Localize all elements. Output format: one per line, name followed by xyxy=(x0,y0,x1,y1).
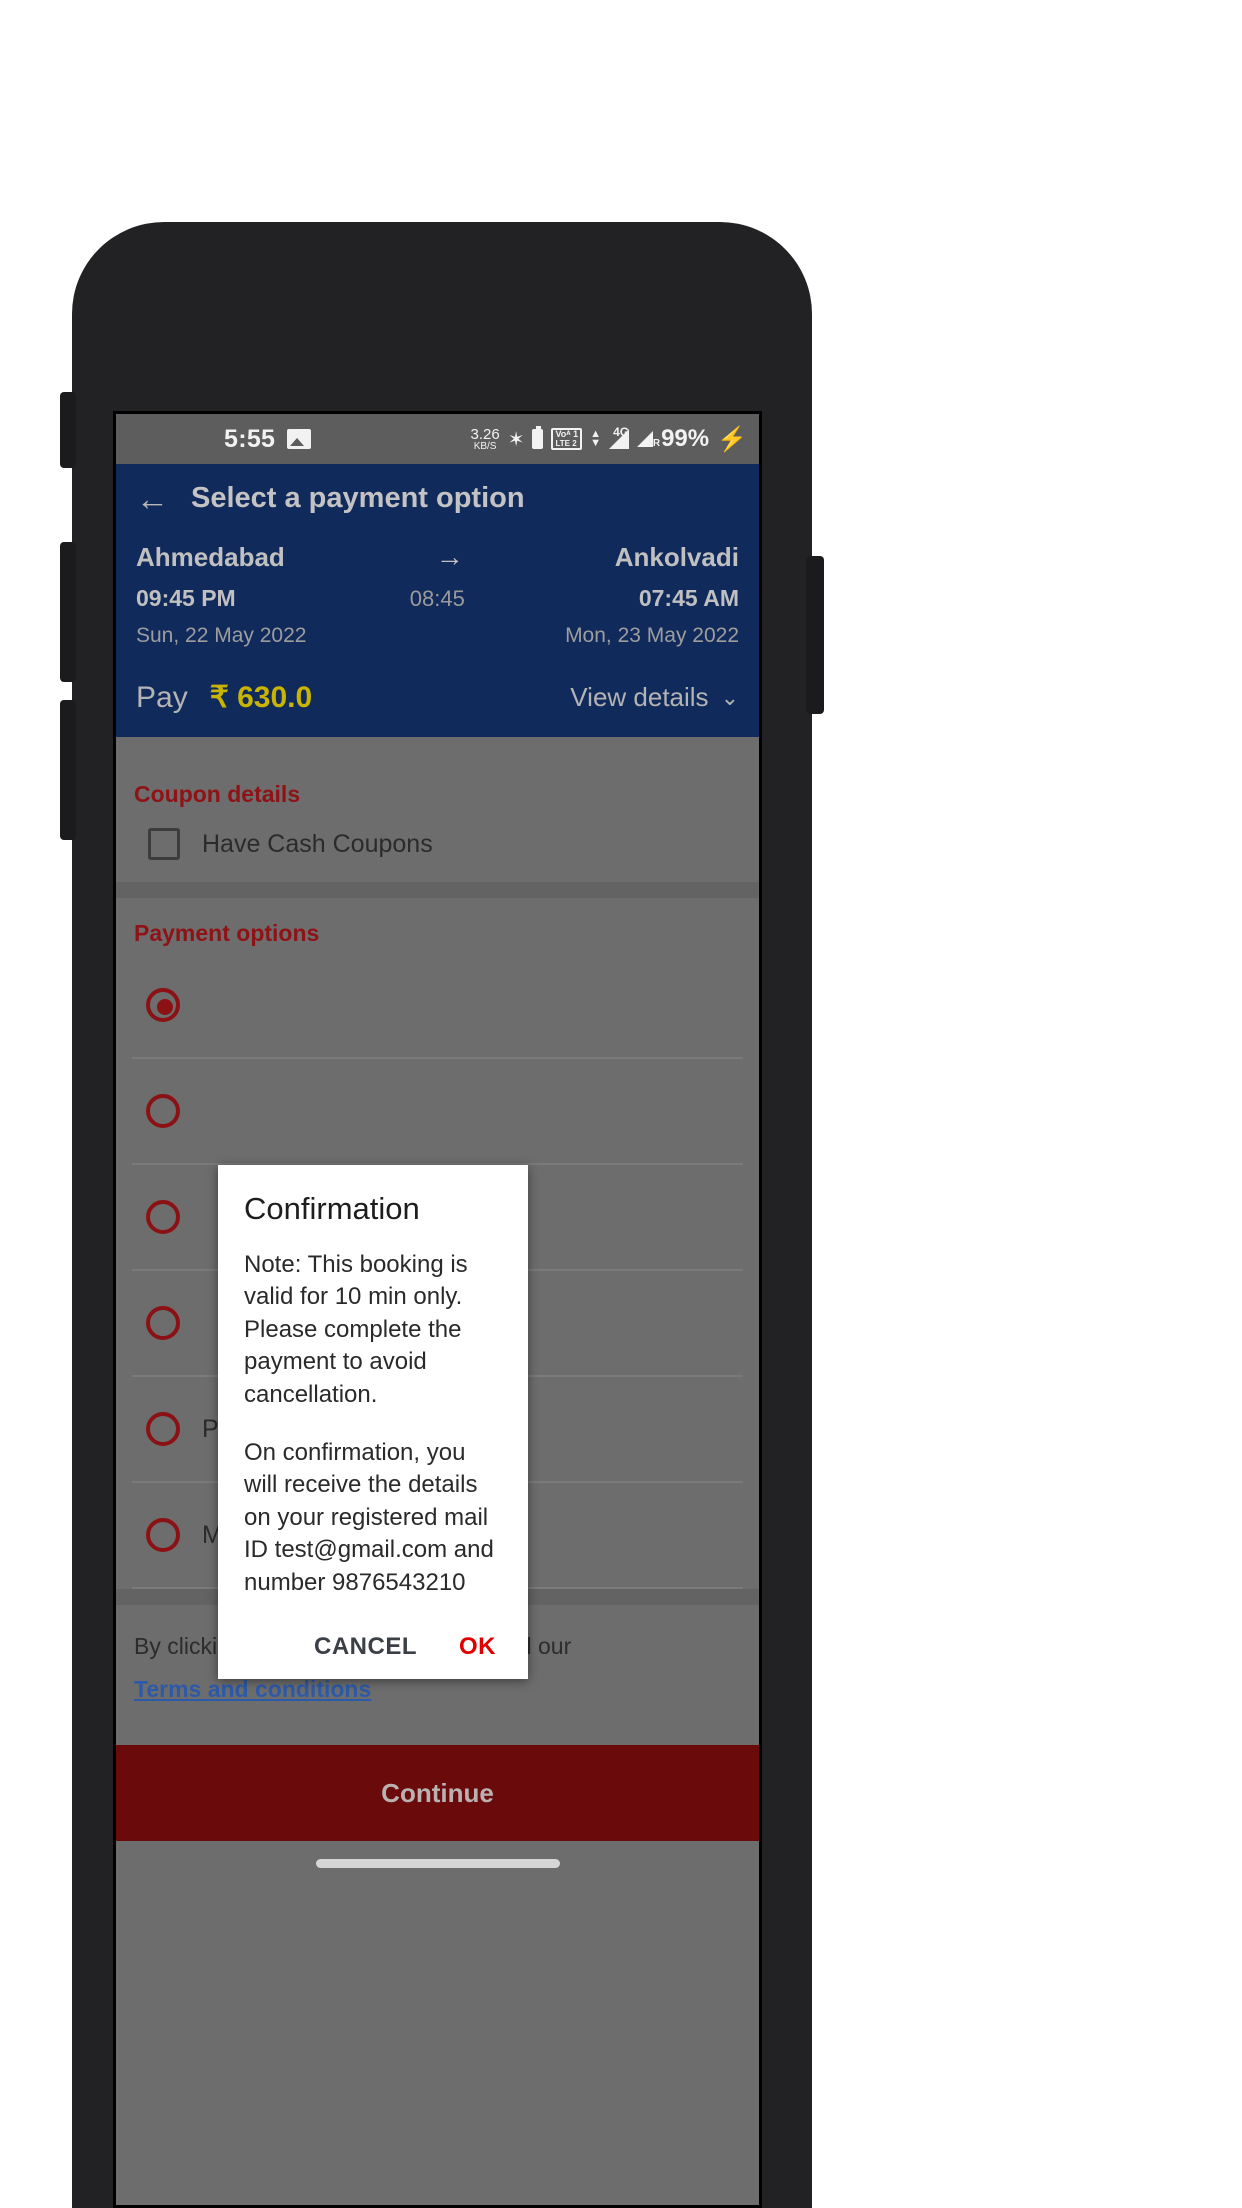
volte-line1: Voᴬ 1 xyxy=(555,429,579,439)
confirmation-dialog: Confirmation Note: This booking is valid… xyxy=(218,1165,528,1679)
phone-button-power[interactable] xyxy=(806,556,824,714)
battery-percent: 99% xyxy=(661,425,710,452)
data-rate-unit: KB/S xyxy=(473,440,497,452)
screenshot-root: 5:55 3.26 KB/S ✶ Voᴬ 1 LTE 2 ▲ ▼ 4G R 99… xyxy=(0,0,1242,2208)
volte-icon: Voᴬ 1 LTE 2 xyxy=(551,428,583,450)
bluetooth-icon: ✶ xyxy=(507,428,525,451)
phone-button-volume-up[interactable] xyxy=(60,542,76,682)
dialog-paragraph-1: Note: This booking is valid for 10 min o… xyxy=(244,1251,468,1408)
phone-button-silent[interactable] xyxy=(60,392,76,468)
data-rate-value: 3.26 xyxy=(470,425,500,443)
volte-line2: LTE 2 xyxy=(555,439,577,448)
data-transfer-icon: ▲ ▼ xyxy=(590,428,602,449)
status-clock: 5:55 xyxy=(224,424,276,453)
image-icon xyxy=(287,429,312,449)
status-bar: 5:55 3.26 KB/S ✶ Voᴬ 1 LTE 2 ▲ ▼ 4G R 99… xyxy=(116,414,759,464)
dialog-message: Note: This booking is valid for 10 min o… xyxy=(244,1249,502,1599)
data-rate-indicator: 3.26 KB/S xyxy=(470,427,499,452)
signal-icon-sim2: R xyxy=(637,431,660,449)
dialog-paragraph-2: On confirmation, you will receive the de… xyxy=(244,1438,494,1596)
phone-button-volume-down[interactable] xyxy=(60,700,76,840)
dialog-title: Confirmation xyxy=(244,1191,420,1226)
ok-button[interactable]: OK xyxy=(459,1633,496,1661)
signal-bars-small-icon xyxy=(637,431,654,447)
signal-icon-sim1: 4G xyxy=(609,425,629,449)
roaming-label: R xyxy=(652,438,661,449)
battery-icon xyxy=(532,426,544,449)
phone-screen: 5:55 3.26 KB/S ✶ Voᴬ 1 LTE 2 ▲ ▼ 4G R 99… xyxy=(113,411,762,2208)
cancel-button[interactable]: CANCEL xyxy=(314,1633,417,1661)
dialog-actions: CANCEL OK xyxy=(244,1633,502,1661)
charging-bolt-icon: ⚡ xyxy=(717,425,747,453)
network-type-label: 4G xyxy=(613,425,630,439)
